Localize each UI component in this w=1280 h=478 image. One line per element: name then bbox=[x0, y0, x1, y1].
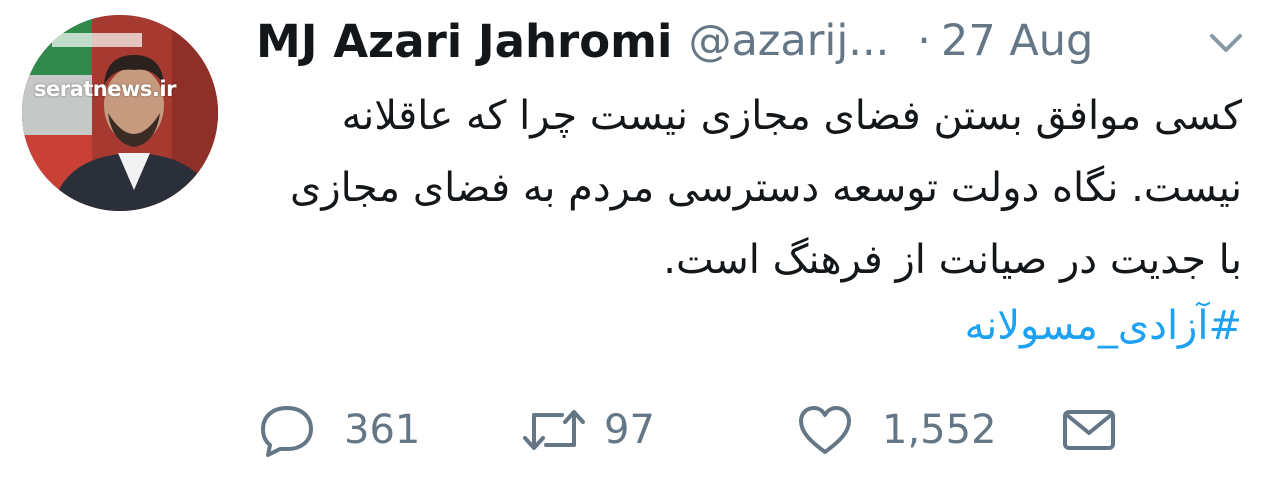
tweet-header: MJ Azari Jahromi @azarij... · 27 Aug bbox=[256, 10, 1256, 72]
tweet-text: کسی موافق بستن فضای مجازی نیست چرا که عا… bbox=[290, 93, 1242, 283]
reply-button[interactable]: 361 bbox=[258, 400, 420, 460]
heart-icon bbox=[799, 406, 851, 454]
action-bar: 361 97 1,552 bbox=[0, 400, 1280, 460]
like-count: 1,552 bbox=[882, 407, 997, 453]
avatar-photo bbox=[22, 15, 218, 211]
avatar[interactable]: seratnews.ir bbox=[22, 15, 218, 211]
tweet-date[interactable]: 27 Aug bbox=[941, 16, 1093, 66]
chevron-down-icon[interactable] bbox=[1208, 32, 1244, 54]
reply-count: 361 bbox=[344, 407, 421, 453]
retweet-button[interactable]: 97 bbox=[522, 400, 655, 460]
avatar-watermark: seratnews.ir bbox=[34, 77, 176, 101]
author-handle[interactable]: @azarij... bbox=[688, 16, 889, 66]
separator-dot: · bbox=[917, 16, 931, 66]
author-name[interactable]: MJ Azari Jahromi bbox=[256, 15, 672, 68]
envelope-icon bbox=[1063, 410, 1115, 450]
message-button[interactable] bbox=[1060, 400, 1118, 460]
like-button[interactable]: 1,552 bbox=[796, 400, 997, 460]
retweet-count: 97 bbox=[604, 407, 655, 453]
hashtag-link[interactable]: #آزادی_مسولانه bbox=[965, 290, 1242, 362]
speech-bubble-icon bbox=[261, 406, 313, 457]
retweet-arrows-icon bbox=[523, 410, 585, 450]
